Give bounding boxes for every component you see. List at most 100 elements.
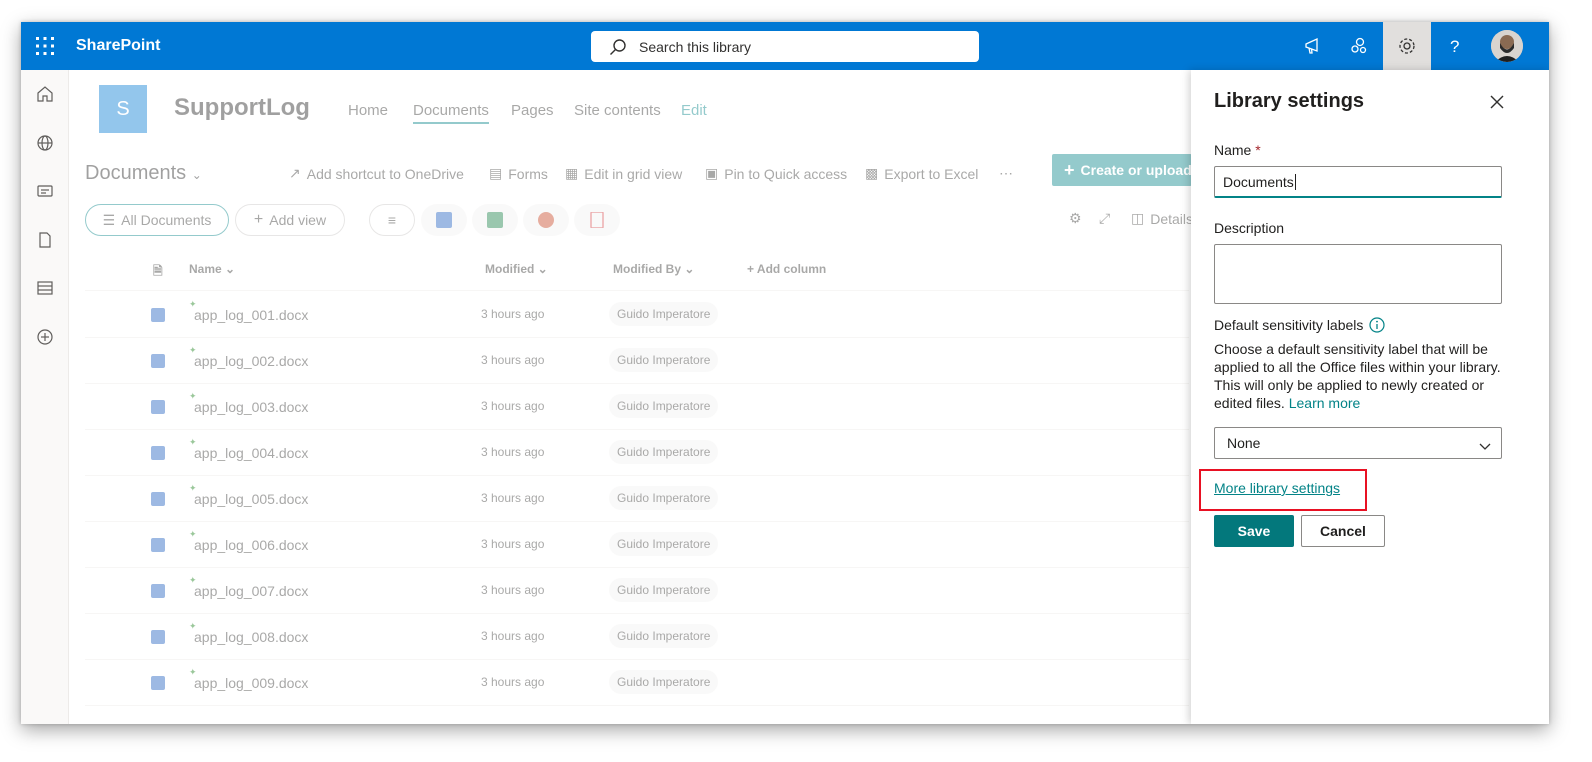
excel-icon: ▩ <box>865 165 879 181</box>
lists-icon[interactable] <box>33 276 57 300</box>
powerpoint-filter-icon[interactable] <box>523 204 569 236</box>
library-title[interactable]: Documents ⌄ <box>85 162 202 185</box>
close-icon[interactable] <box>1487 92 1507 112</box>
create-upload-button[interactable]: + Create or upload <box>1052 154 1192 186</box>
add-column-button[interactable]: + Add column <box>747 262 826 276</box>
view-all-documents[interactable]: ☰ All Documents <box>85 204 229 236</box>
edit-grid-button[interactable]: ▦ Edit in grid view <box>565 165 682 182</box>
table-row[interactable]: ✦ app_log_007.docx 3 hours ago Guido Impera… <box>85 568 1189 614</box>
site-nav-home[interactable]: Home <box>348 102 388 119</box>
add-shortcut-button[interactable]: ↗ Add shortcut to OneDrive <box>289 165 464 182</box>
pdf-filter-icon[interactable] <box>574 204 620 236</box>
file-name-link[interactable]: app_log_004.docx <box>194 445 308 461</box>
file-name-link[interactable]: app_log_006.docx <box>194 537 308 553</box>
more-library-settings-link[interactable]: More library settings <box>1214 480 1340 496</box>
filter-button[interactable]: ≡ <box>369 204 415 236</box>
add-view-button[interactable]: + Add view <box>235 204 345 236</box>
save-button[interactable]: Save <box>1214 515 1294 547</box>
create-upload-label: Create or upload <box>1080 162 1192 178</box>
table-row[interactable]: ✦ app_log_005.docx 3 hours ago Guido Impera… <box>85 476 1189 522</box>
file-name-link[interactable]: app_log_008.docx <box>194 629 308 645</box>
app-brand[interactable]: SharePoint <box>76 37 160 55</box>
forms-button[interactable]: ▤ Forms <box>489 165 548 182</box>
site-nav-site-contents[interactable]: Site contents <box>574 102 661 119</box>
description-field[interactable] <box>1214 244 1502 304</box>
modified-by-persona[interactable]: Guido Imperatore <box>609 624 719 648</box>
modified-by-persona[interactable]: Guido Imperatore <box>609 302 719 326</box>
file-name-link[interactable]: app_log_001.docx <box>194 307 308 323</box>
file-name-link[interactable]: app_log_003.docx <box>194 399 308 415</box>
table-row[interactable]: ✦ app_log_006.docx 3 hours ago Guido Impera… <box>85 522 1189 568</box>
export-label: Export to Excel <box>884 165 979 182</box>
site-logo[interactable]: S <box>99 85 147 133</box>
table-row[interactable]: ✦ app_log_003.docx 3 hours ago Guido Impera… <box>85 384 1189 430</box>
create-plus-icon[interactable] <box>33 325 57 349</box>
modified-by-persona[interactable]: Guido Imperatore <box>609 486 719 510</box>
grid-icon: ▦ <box>565 165 579 181</box>
excel-filter-icon[interactable] <box>472 204 518 236</box>
file-name-link[interactable]: app_log_007.docx <box>194 583 308 599</box>
help-icon[interactable]: ? <box>1430 22 1478 70</box>
column-modified-by[interactable]: Modified By ⌄ <box>613 262 694 276</box>
table-row[interactable]: ✦ app_log_009.docx 3 hours ago Guido Impera… <box>85 660 1189 706</box>
document-library-main: S SupportLog Home Documents Pages Site c… <box>69 70 1239 724</box>
home-icon[interactable] <box>33 82 57 106</box>
globe-icon[interactable] <box>33 131 57 155</box>
modified-by-persona[interactable]: Guido Imperatore <box>609 670 719 694</box>
word-file-icon <box>151 446 165 460</box>
more-actions-icon[interactable]: ⋯ <box>999 165 1013 182</box>
modified-date: 3 hours ago <box>481 491 545 505</box>
search-box[interactable]: Search this library <box>591 31 979 62</box>
cancel-button[interactable]: Cancel <box>1301 515 1385 547</box>
column-name[interactable]: Name ⌄ <box>189 262 235 276</box>
chevron-down-icon <box>1479 438 1491 454</box>
sharepoint-news-icon[interactable] <box>1336 22 1384 70</box>
modified-date: 3 hours ago <box>481 537 545 551</box>
site-nav-edit[interactable]: Edit <box>681 102 707 119</box>
file-type-icon[interactable]: 🗎 <box>153 262 163 283</box>
document-icon[interactable] <box>33 228 57 252</box>
announcement-icon[interactable] <box>1289 22 1337 70</box>
settings-gear-icon[interactable] <box>1383 22 1431 70</box>
modified-date: 3 hours ago <box>481 353 545 367</box>
site-nav-pages[interactable]: Pages <box>511 102 554 119</box>
name-field[interactable]: Documents <box>1214 166 1502 198</box>
learn-more-link[interactable]: Learn more <box>1289 395 1361 411</box>
export-excel-button[interactable]: ▩ Export to Excel <box>865 165 978 182</box>
details-button[interactable]: ◫ Details <box>1131 210 1193 227</box>
word-filter-icon[interactable] <box>421 204 467 236</box>
svg-text:?: ? <box>1450 37 1459 56</box>
modified-by-persona[interactable]: Guido Imperatore <box>609 578 719 602</box>
column-modified-by-label: Modified By <box>613 262 681 276</box>
user-avatar[interactable] <box>1491 30 1523 62</box>
site-nav-documents[interactable]: Documents <box>413 102 489 124</box>
modified-by-persona[interactable]: Guido Imperatore <box>609 394 719 418</box>
modified-by-persona[interactable]: Guido Imperatore <box>609 348 719 372</box>
pin-icon: ▣ <box>705 165 719 181</box>
modified-by-persona[interactable]: Guido Imperatore <box>609 440 719 464</box>
name-label-text: Name <box>1214 142 1252 158</box>
table-row[interactable]: ✦ app_log_002.docx 3 hours ago Guido Impera… <box>85 338 1189 384</box>
table-row[interactable]: ✦ app_log_001.docx 3 hours ago Guido Impera… <box>85 292 1189 338</box>
description-label: Description <box>1214 220 1285 236</box>
column-modified-label: Modified <box>485 262 535 276</box>
left-app-rail <box>21 70 69 724</box>
expand-icon[interactable]: ⤢ <box>1099 210 1110 227</box>
modified-by-persona[interactable]: Guido Imperatore <box>609 532 719 556</box>
column-modified[interactable]: Modified ⌄ <box>485 262 548 276</box>
table-row[interactable]: ✦ app_log_008.docx 3 hours ago Guido Impera… <box>85 614 1189 660</box>
filter-options-icon[interactable]: ⚙ <box>1069 210 1082 227</box>
file-name-link[interactable]: app_log_005.docx <box>194 491 308 507</box>
pin-quick-access-button[interactable]: ▣ Pin to Quick access <box>705 165 847 182</box>
table-row[interactable]: ✦ app_log_004.docx 3 hours ago Guido Impera… <box>85 430 1189 476</box>
file-name-link[interactable]: app_log_009.docx <box>194 675 308 691</box>
text-cursor <box>1294 174 1296 190</box>
list-view-icon: ☰ <box>102 211 116 228</box>
info-icon[interactable] <box>1369 317 1386 336</box>
app-launcher-icon[interactable] <box>35 36 55 56</box>
sensitivity-dropdown[interactable]: None <box>1214 427 1502 459</box>
news-icon[interactable] <box>33 179 57 203</box>
file-name-link[interactable]: app_log_002.docx <box>194 353 308 369</box>
site-title[interactable]: SupportLog <box>174 94 310 122</box>
chevron-down-icon: ⌄ <box>191 168 202 182</box>
